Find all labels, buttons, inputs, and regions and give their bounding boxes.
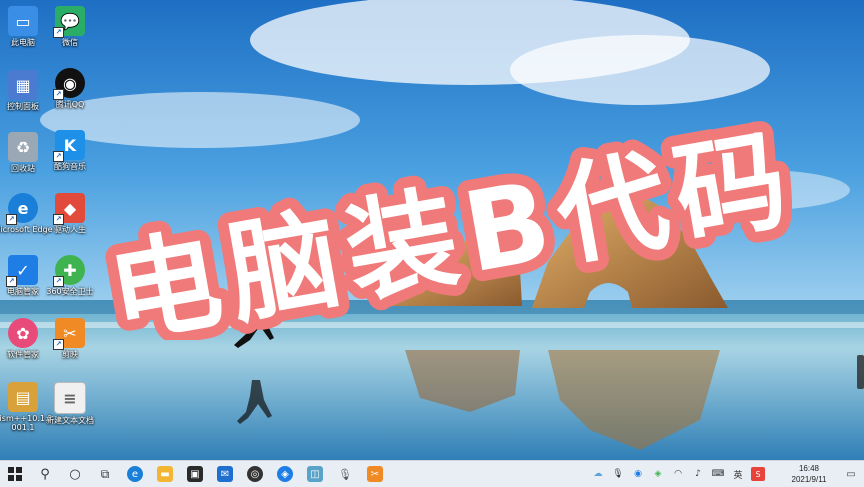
overlay-title-graphic: 电脑装B代码 电脑装B代码 <box>89 102 817 340</box>
dism-icon: ▤ <box>8 382 38 412</box>
sogou-input-icon[interactable]: S <box>751 467 765 481</box>
taskbar-store-button[interactable]: ▣ <box>180 461 210 487</box>
desktop-icon-new-text-document[interactable]: ≡ 新建文本文档 <box>40 382 100 425</box>
start-button[interactable] <box>0 461 30 487</box>
microphone-icon: 🎙 <box>338 467 352 481</box>
search-icon: ⚲ <box>40 466 50 482</box>
shortcut-arrow-icon: ↗ <box>53 151 64 162</box>
folder-icon: ▬ <box>157 466 173 482</box>
shortcut-arrow-icon: ↗ <box>53 339 64 350</box>
desktop-icon-label: 新建文本文档 <box>46 416 94 425</box>
taskbar-photos-button[interactable]: ◫ <box>300 461 330 487</box>
overlay-title: 电脑装B代码 <box>100 113 806 340</box>
task-view-icon: ⧉ <box>100 466 110 481</box>
pc-manager-icon: ✓ ↗ <box>6 255 38 287</box>
media-player-icon: ◎ <box>247 466 263 482</box>
taskbar-search-button[interactable]: ⚲ <box>30 461 60 487</box>
shortcut-arrow-icon: ↗ <box>53 214 64 225</box>
taskbar: ⚲ ○ ⧉ e ▬ ▣ ✉ ◎ ◈ ◫ 🎙 ✂ ☁ 🎙 ◉ ◈ ◠ ♪ ⌨ 英 … <box>0 460 864 487</box>
computer-icon: ▭ <box>8 6 38 36</box>
desktop-icon-label: 微信 <box>62 38 78 47</box>
shortcut-arrow-icon: ↗ <box>53 89 64 100</box>
cortana-icon: ○ <box>69 466 81 482</box>
desktop-icon-wechat[interactable]: 💬 ↗ 微信 <box>40 6 100 47</box>
system-clock[interactable]: 16:48 2021/9/11 <box>784 463 834 485</box>
recycle-bin-icon: ♻ <box>8 132 38 162</box>
taskbar-location-button[interactable]: ◈ <box>270 461 300 487</box>
wifi-icon[interactable]: ◠ <box>671 467 685 481</box>
onedrive-cloud-icon[interactable]: ☁ <box>591 467 605 481</box>
control-panel-icon: ▦ <box>8 70 38 100</box>
software-manager-icon: ✿ <box>8 318 38 348</box>
photos-icon: ◫ <box>307 466 323 482</box>
windows-start-icon <box>8 467 22 481</box>
shield-tray-icon[interactable]: ◈ <box>651 467 665 481</box>
shortcut-arrow-icon: ↗ <box>53 276 64 287</box>
taskbar-mail-button[interactable]: ✉ <box>210 461 240 487</box>
text-document-icon: ≡ <box>54 382 86 414</box>
wechat-icon: 💬 ↗ <box>53 6 85 38</box>
shortcut-arrow-icon: ↗ <box>53 27 64 38</box>
desktop-icon-label: 剪映 <box>62 350 78 359</box>
taskbar-task-view-button[interactable]: ⧉ <box>90 461 120 487</box>
clock-date: 2021/9/11 <box>791 475 827 484</box>
taskbar-jianying-button[interactable]: ✂ <box>360 461 390 487</box>
shortcut-arrow-icon: ↗ <box>6 276 17 287</box>
volume-icon[interactable]: ♪ <box>691 467 705 481</box>
notification-button[interactable]: ▭ <box>838 461 864 487</box>
store-icon: ▣ <box>187 466 203 482</box>
system-tray: ☁ 🎙 ◉ ◈ ◠ ♪ ⌨ 英 S <box>588 461 768 487</box>
microphone-tray-icon[interactable]: 🎙 <box>611 467 625 481</box>
qq-icon: ◉ ↗ <box>53 68 85 100</box>
edge-scroll-handle[interactable] <box>857 355 864 389</box>
ime-indicator[interactable]: 英 <box>731 467 745 481</box>
security-tray-icon[interactable]: ◉ <box>631 467 645 481</box>
taskbar-edge-button[interactable]: e <box>120 461 150 487</box>
shortcut-arrow-icon: ↗ <box>6 214 17 225</box>
keyboard-icon[interactable]: ⌨ <box>711 467 725 481</box>
taskbar-media-button[interactable]: ◎ <box>240 461 270 487</box>
edge-icon: e <box>127 466 143 482</box>
taskbar-file-explorer-button[interactable]: ▬ <box>150 461 180 487</box>
taskbar-recorder-button[interactable]: 🎙 <box>330 461 360 487</box>
jianying-icon: ✂ <box>367 466 383 482</box>
clock-time: 16:48 <box>798 464 820 473</box>
location-icon: ◈ <box>277 466 293 482</box>
mail-icon: ✉ <box>217 466 233 482</box>
notification-icon: ▭ <box>846 468 856 480</box>
taskbar-cortana-button[interactable]: ○ <box>60 461 90 487</box>
edge-icon: e ↗ <box>6 193 38 225</box>
